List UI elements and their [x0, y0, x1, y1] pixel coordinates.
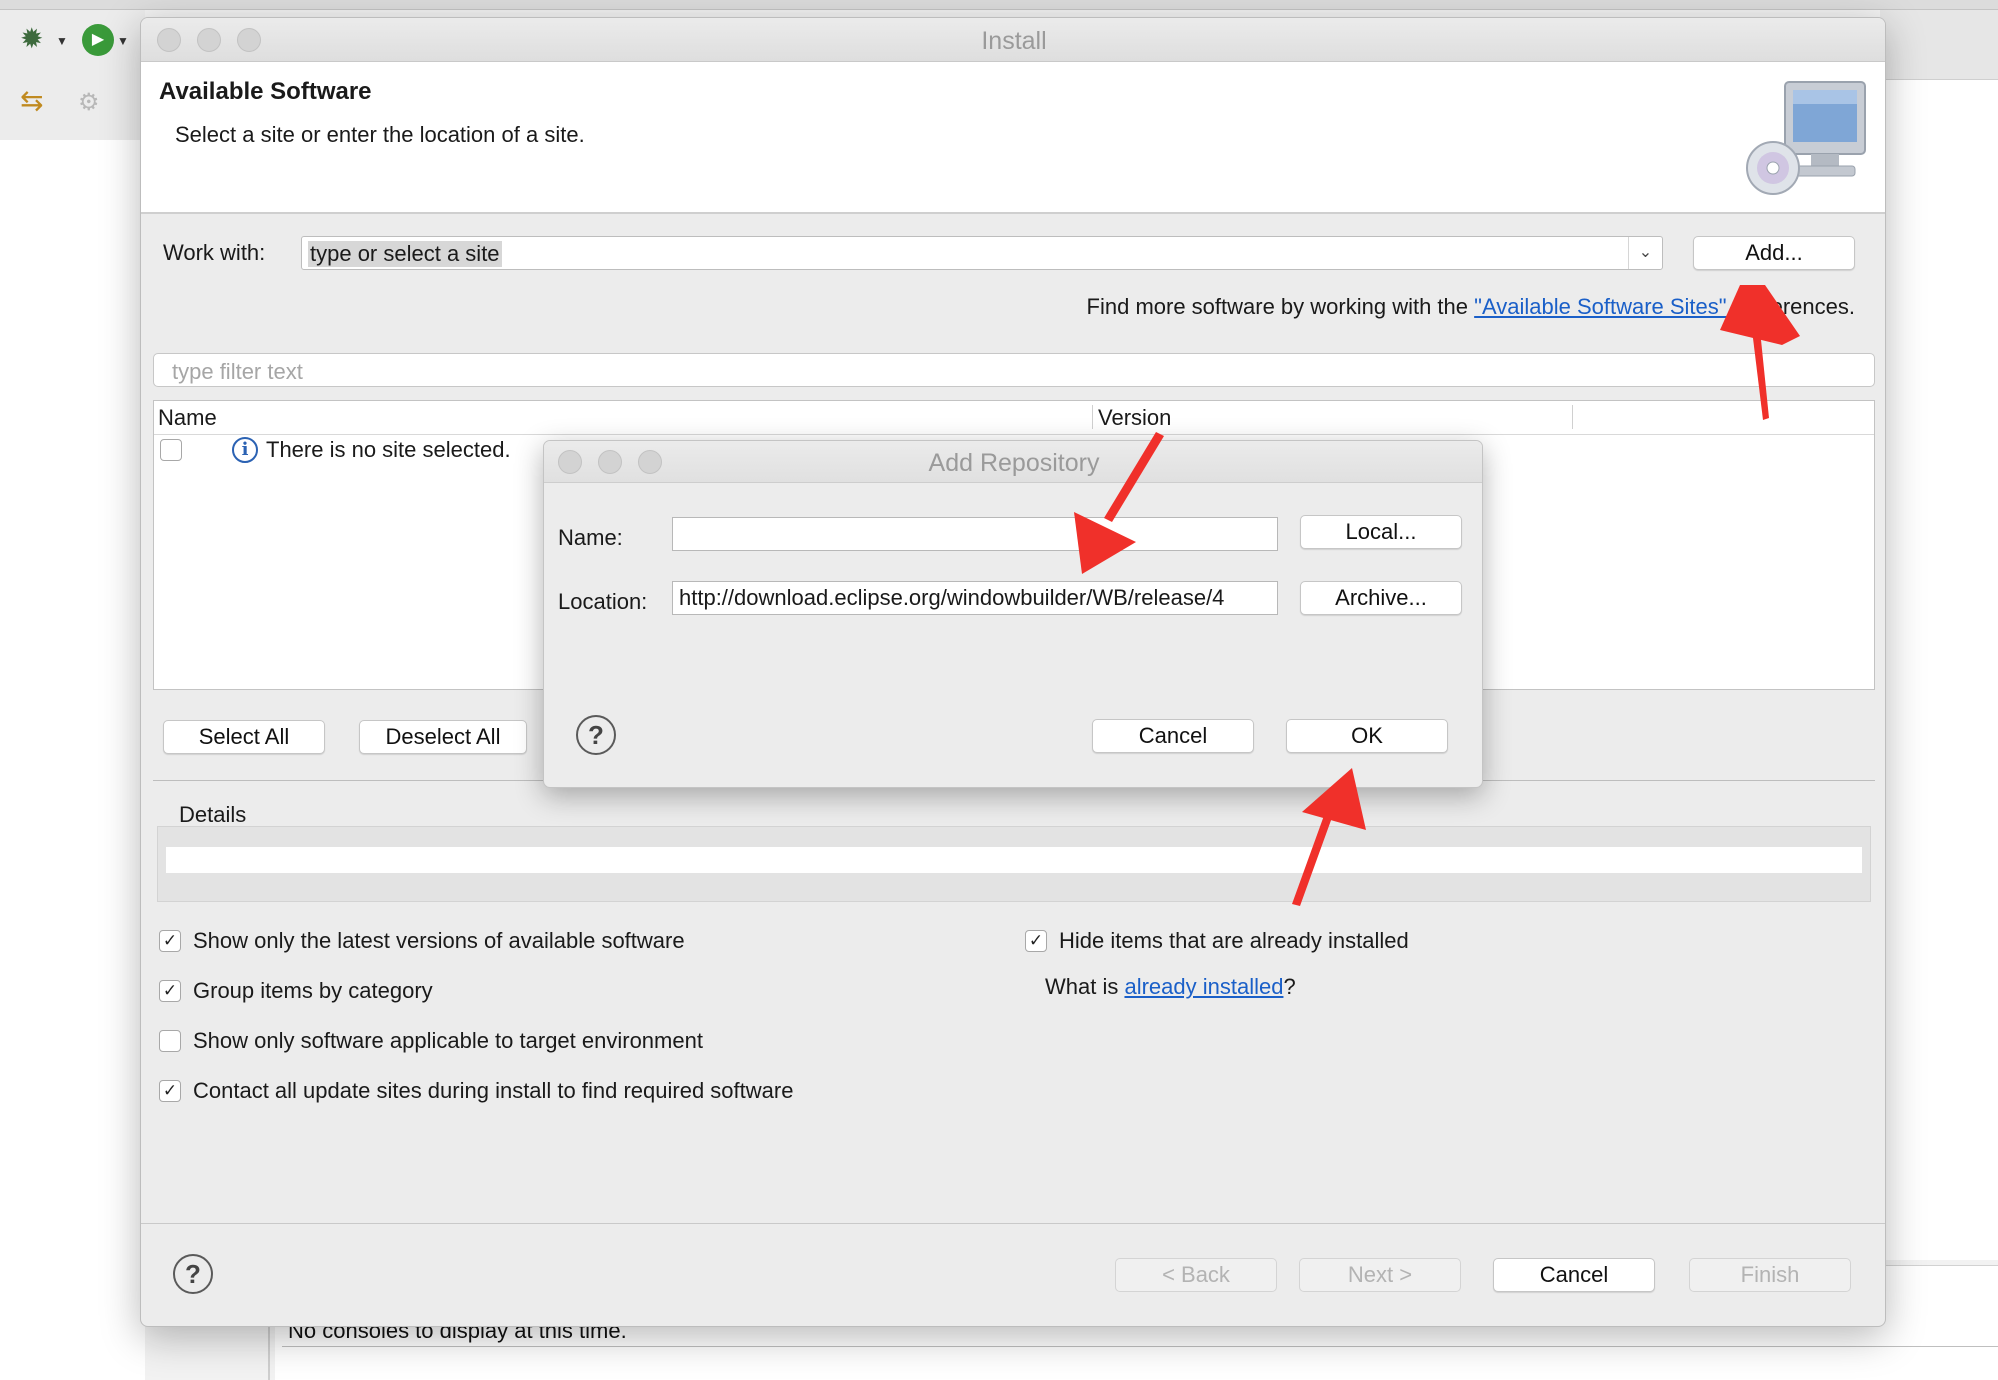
available-software-sites-link[interactable]: "Available Software Sites" — [1474, 294, 1726, 319]
empty-message: There is no site selected. — [266, 437, 511, 462]
contact-sites-checkbox[interactable]: ✓ — [159, 1080, 181, 1102]
disabled-tool-icon: ⚙ — [78, 89, 100, 116]
details-text — [166, 847, 1862, 873]
ide-right-toolbar — [1880, 10, 1998, 80]
column-separator[interactable] — [1572, 405, 1573, 429]
hide-installed-label[interactable]: Hide items that are already installed — [1059, 928, 1409, 954]
filter-placeholder: type filter text — [172, 359, 303, 384]
details-panel — [157, 826, 1871, 902]
cancel-button[interactable]: Cancel — [1493, 1258, 1655, 1292]
add-repository-title: Add Repository — [928, 449, 1100, 477]
install-window-title: Install — [981, 27, 1047, 55]
console-line — [282, 1346, 1998, 1347]
ide-toolbar: ✹ ▼ ▶ ▼ ⇆ ⚙ — [0, 10, 145, 140]
already-installed-link[interactable]: already installed — [1124, 974, 1283, 999]
footer-divider — [141, 1223, 1885, 1224]
ide-window-top — [0, 0, 1998, 10]
find-more-suffix: preferences. — [1726, 294, 1855, 319]
work-with-combo[interactable]: type or select a site ⌄ — [301, 236, 1663, 270]
show-applicable-label[interactable]: Show only software applicable to target … — [193, 1028, 703, 1054]
finish-button[interactable]: Finish — [1689, 1258, 1851, 1292]
contact-sites-label[interactable]: Contact all update sites during install … — [193, 1078, 793, 1104]
repo-ok-button[interactable]: OK — [1286, 719, 1448, 753]
back-button[interactable]: < Back — [1115, 1258, 1277, 1292]
group-by-category-checkbox[interactable]: ✓ — [159, 980, 181, 1002]
chevron-down-icon[interactable]: ⌄ — [1628, 237, 1662, 269]
what-is-installed-text: What is already installed? — [1045, 974, 1296, 1000]
debug-dropdown-icon[interactable]: ▼ — [56, 34, 68, 48]
show-latest-label[interactable]: Show only the latest versions of availab… — [193, 928, 685, 954]
deselect-all-button[interactable]: Deselect All — [359, 720, 527, 754]
help-icon[interactable]: ? — [576, 715, 616, 755]
info-icon: i — [232, 437, 258, 463]
what-is-suffix: ? — [1283, 974, 1296, 999]
next-button[interactable]: Next > — [1299, 1258, 1461, 1292]
find-more-prefix: Find more software by working with the — [1086, 294, 1475, 319]
repo-name-input[interactable] — [672, 517, 1278, 551]
column-name[interactable]: Name — [158, 405, 217, 431]
ide-left-panel — [0, 140, 145, 1380]
install-computer-cd-icon — [1746, 81, 1866, 195]
install-titlebar: Install — [141, 18, 1885, 62]
local-button[interactable]: Local... — [1300, 515, 1462, 549]
run-icon[interactable]: ▶ — [82, 24, 114, 56]
page-title: Available Software — [159, 78, 372, 105]
select-all-button[interactable]: Select All — [163, 720, 325, 754]
find-more-text: Find more software by working with the "… — [1087, 294, 1855, 320]
what-is-prefix: What is — [1045, 974, 1125, 999]
column-separator[interactable] — [1092, 405, 1093, 429]
tree-header: Name Version — [154, 401, 1874, 435]
help-icon[interactable]: ? — [173, 1254, 213, 1294]
install-header: Available Software Select a site or ente… — [141, 62, 1885, 214]
work-with-label: Work with: — [163, 240, 266, 265]
archive-button[interactable]: Archive... — [1300, 581, 1462, 615]
details-label: Details — [179, 802, 247, 827]
ide-right-panel — [1880, 80, 1998, 1260]
run-dropdown-icon[interactable]: ▼ — [117, 34, 129, 48]
show-applicable-checkbox[interactable] — [159, 1030, 181, 1052]
work-with-value[interactable]: type or select a site — [308, 241, 502, 267]
group-by-category-label[interactable]: Group items by category — [193, 978, 433, 1004]
filter-input[interactable]: type filter text — [153, 353, 1875, 387]
repo-location-label: Location: — [558, 589, 648, 614]
add-site-button[interactable]: Add... — [1693, 236, 1855, 270]
repo-name-label: Name: — [558, 525, 623, 550]
sync-icon[interactable]: ⇆ — [20, 84, 43, 117]
hide-installed-checkbox[interactable]: ✓ — [1025, 930, 1047, 952]
add-repository-titlebar: Add Repository — [544, 441, 1482, 483]
page-subtitle: Select a site or enter the location of a… — [175, 122, 585, 147]
console-divider — [268, 1320, 270, 1380]
repo-location-input[interactable]: http://download.eclipse.org/windowbuilde… — [672, 581, 1278, 615]
debug-icon[interactable]: ✹ — [20, 22, 43, 55]
show-latest-checkbox[interactable]: ✓ — [159, 930, 181, 952]
repo-cancel-button[interactable]: Cancel — [1092, 719, 1254, 753]
row-checkbox[interactable] — [160, 439, 182, 461]
column-version[interactable]: Version — [1098, 405, 1171, 431]
add-repository-dialog: Add Repository Name: Local... Location: … — [543, 440, 1483, 788]
